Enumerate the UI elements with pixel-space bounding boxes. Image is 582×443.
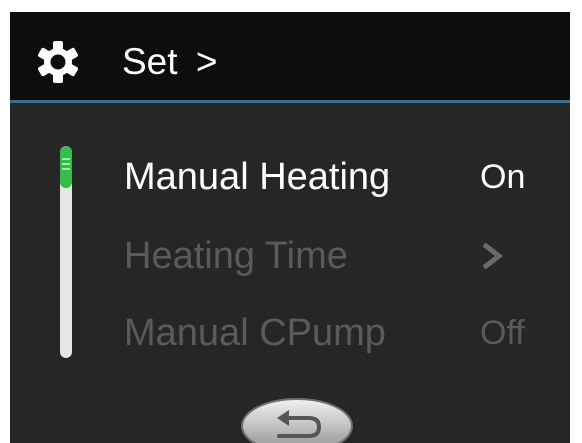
- header-divider: [10, 100, 570, 103]
- menu-item-label: Heating Time: [124, 235, 348, 277]
- thumb-grip-line: [62, 158, 70, 160]
- back-button[interactable]: [239, 392, 355, 443]
- menu-item-label: Manual CPump: [124, 312, 386, 354]
- thumb-grip-line: [62, 168, 70, 170]
- page-title: Set >: [122, 40, 217, 84]
- menu-item-heating-time[interactable]: Heating Time: [124, 231, 554, 281]
- chevron-right-icon: [482, 243, 504, 269]
- menu-item-manual-heating[interactable]: Manual Heating On: [124, 152, 554, 202]
- menu-item-value: On: [480, 158, 526, 196]
- header-bar: Set >: [10, 12, 570, 100]
- thumb-grip-line: [62, 163, 70, 165]
- title-chevron: >: [195, 41, 218, 82]
- gear-icon: [38, 41, 78, 83]
- scrollbar-thumb[interactable]: [60, 146, 72, 188]
- scrollbar-track[interactable]: [60, 146, 72, 358]
- menu-item-value: Off: [480, 314, 525, 352]
- menu-item-manual-cpump[interactable]: Manual CPump Off: [124, 308, 554, 358]
- device-screen: Set > Manual Heating On Heating Time Man…: [10, 12, 570, 443]
- menu-item-label: Manual Heating: [124, 156, 391, 198]
- page-title-text: Set: [122, 41, 178, 82]
